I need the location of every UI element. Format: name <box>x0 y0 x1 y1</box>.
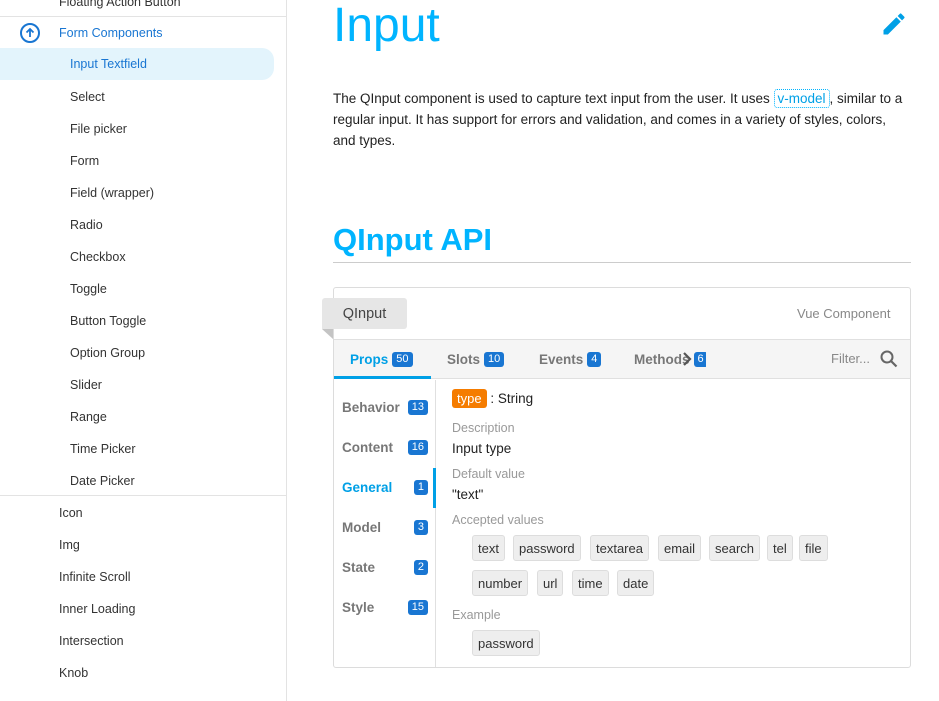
sidebar-item-checkbox[interactable]: Checkbox <box>0 241 286 273</box>
accepted-value-chip: date <box>617 570 655 596</box>
sidebar-item-input-textfield[interactable]: Input Textfield <box>0 48 274 80</box>
example-label: Example <box>452 608 501 622</box>
search-icon[interactable] <box>880 350 898 368</box>
accepted-value-chip: time <box>572 570 609 596</box>
accepted-value-chip: text <box>472 535 505 561</box>
category-tabs: Behavior 13 Content 16 General 1 Model 3 Sta… <box>334 380 436 667</box>
prop-name-chip: type <box>452 389 487 408</box>
code-v-model: v-model <box>773 89 830 108</box>
accepted-value-chip: url <box>537 570 564 596</box>
accepted-value-chip: number <box>472 570 529 596</box>
prop-header: type : String <box>452 389 533 408</box>
sidebar-item-toggle[interactable]: Toggle <box>0 273 286 305</box>
sidebar: Floating Action Button Form Components I… <box>0 0 287 701</box>
chevron-right-icon[interactable] <box>681 351 693 367</box>
api-section-title: QInput API <box>333 222 492 257</box>
component-type-label: Vue Component <box>797 306 891 321</box>
sidebar-item-option-group[interactable]: Option Group <box>0 337 286 369</box>
accepted-value-chip: tel <box>767 535 793 561</box>
sidebar-item-infinite-scroll[interactable]: Infinite Scroll <box>0 561 286 593</box>
tab-active-indicator <box>334 376 431 379</box>
api-title-rule <box>333 262 911 263</box>
component-tag: QInput <box>322 298 407 329</box>
tab-events[interactable]: Events 4 <box>539 340 602 379</box>
sidebar-item-form[interactable]: Form <box>0 145 286 177</box>
category-state[interactable]: State 2 <box>342 560 428 575</box>
example-chip: password <box>472 630 540 656</box>
category-model[interactable]: Model 3 <box>342 520 428 535</box>
sidebar-item-slider[interactable]: Slider <box>0 369 286 401</box>
component-tag-fold <box>322 329 333 339</box>
default-value-label: Default value <box>452 467 525 481</box>
sidebar-item-field-wrapper[interactable]: Field (wrapper) <box>0 177 286 209</box>
sidebar-item-select[interactable]: Select <box>0 81 286 113</box>
accepted-value-chip: file <box>799 535 828 561</box>
accepted-value-chip: password <box>513 535 581 561</box>
sidebar-group-form-components[interactable]: Form Components <box>0 17 286 49</box>
arrow-up-circle-icon <box>20 23 40 43</box>
category-style[interactable]: Style 15 <box>342 600 428 615</box>
description-value: Input type <box>452 441 512 456</box>
sidebar-item-intersection[interactable]: Intersection <box>0 625 286 657</box>
tab-slots[interactable]: Slots 10 <box>447 340 505 379</box>
category-content[interactable]: Content 16 <box>342 440 428 455</box>
accepted-values-label: Accepted values <box>452 513 544 527</box>
filter-input[interactable]: Filter... <box>831 351 870 366</box>
accepted-value-chip: textarea <box>590 535 649 561</box>
category-general[interactable]: General 1 <box>342 480 428 495</box>
sidebar-item-time-picker[interactable]: Time Picker <box>0 433 286 465</box>
sidebar-item-date-picker[interactable]: Date Picker <box>0 465 286 497</box>
page-description: The QInput component is used to capture … <box>333 89 903 148</box>
edit-pencil-icon[interactable] <box>880 10 908 38</box>
category-behavior[interactable]: Behavior 13 <box>342 400 428 415</box>
api-tabbar: Props 50 Slots 10 Events 4 Methods 6 <box>334 339 910 379</box>
sidebar-divider <box>0 495 286 496</box>
sidebar-item-icon[interactable]: Icon <box>0 497 286 529</box>
tab-props[interactable]: Props 50 <box>350 340 413 379</box>
default-value: "text" <box>452 487 484 502</box>
sidebar-item-file-picker[interactable]: File picker <box>0 113 286 145</box>
accepted-value-chip: email <box>658 535 702 561</box>
sidebar-item-img[interactable]: Img <box>0 529 286 561</box>
sidebar-item-radio[interactable]: Radio <box>0 209 286 241</box>
accepted-value-chip: search <box>709 535 761 561</box>
category-active-indicator <box>433 468 436 508</box>
description-label: Description <box>452 421 515 435</box>
sidebar-item-range[interactable]: Range <box>0 401 286 433</box>
tab-methods[interactable]: Methods 6 <box>634 340 706 379</box>
sidebar-item-button-toggle[interactable]: Button Toggle <box>0 305 286 337</box>
page-title: Input <box>333 0 440 52</box>
sidebar-item-inner-loading[interactable]: Inner Loading <box>0 593 286 625</box>
sidebar-item-knob[interactable]: Knob <box>0 657 286 689</box>
